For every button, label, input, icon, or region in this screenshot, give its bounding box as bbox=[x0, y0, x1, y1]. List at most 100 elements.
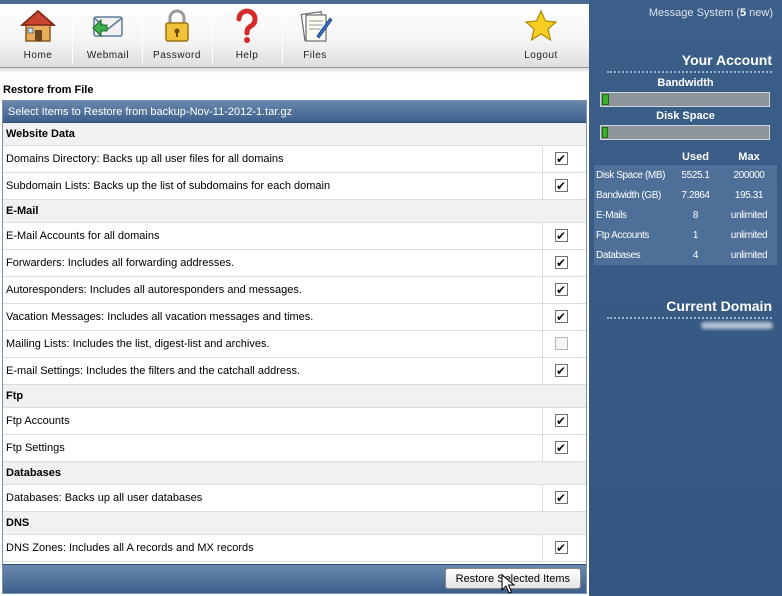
checkbox[interactable] bbox=[555, 408, 568, 434]
section-header: E-Mail bbox=[3, 200, 586, 223]
section-header: Ftp bbox=[3, 385, 586, 408]
section-header: DNS bbox=[3, 512, 586, 535]
column-header: Max bbox=[738, 151, 760, 163]
table-cell: unlimited bbox=[721, 245, 777, 265]
list-item: Ftp Settings bbox=[3, 435, 586, 462]
list-item: Vacation Messages: Includes all vacation… bbox=[3, 304, 586, 331]
table-cell: Ftp Accounts bbox=[594, 225, 670, 245]
toolbar-webmail-label: Webmail bbox=[86, 50, 130, 61]
table-cell: unlimited bbox=[721, 225, 777, 245]
disk-space-meter-fill bbox=[602, 127, 608, 138]
item-label: Subdomain Lists: Backs up the list of su… bbox=[6, 180, 331, 192]
checkbox[interactable] bbox=[555, 485, 568, 511]
toolbar-password-button[interactable]: Password bbox=[142, 4, 212, 67]
table-row: E-Mails 8 unlimited bbox=[594, 205, 777, 225]
divider bbox=[607, 317, 772, 319]
item-label: DNS Zones: Includes all A records and MX… bbox=[6, 542, 254, 554]
padlock-icon bbox=[165, 9, 189, 42]
bandwidth-meter bbox=[600, 92, 770, 107]
column-header bbox=[594, 149, 670, 165]
item-label: Domains Directory: Backs up all user fil… bbox=[6, 153, 284, 165]
toolbar-files-button[interactable]: Files bbox=[280, 4, 350, 67]
list-item: Databases: Backs up all user databases bbox=[3, 485, 586, 512]
message-prefix: Message System ( bbox=[648, 7, 740, 19]
disk-space-label: Disk Space bbox=[656, 110, 715, 122]
page-title: Restore from File bbox=[3, 84, 94, 96]
table-header-row: Used Max bbox=[594, 149, 777, 165]
message-system-link[interactable]: Message System (5 new) bbox=[649, 7, 773, 19]
checkbox[interactable] bbox=[555, 535, 568, 561]
list-item: Autoresponders: Includes all autorespond… bbox=[3, 277, 586, 304]
item-label: Vacation Messages: Includes all vacation… bbox=[6, 311, 314, 323]
question-mark-icon bbox=[236, 8, 258, 43]
table-cell: Bandwidth (GB) bbox=[594, 185, 670, 205]
disk-space-meter bbox=[600, 125, 770, 140]
panel-footer: Restore Selected Items bbox=[3, 564, 586, 593]
panel-header: Select Items to Restore from backup-Nov-… bbox=[3, 101, 586, 123]
list-item: E-mail Settings: Includes the filters an… bbox=[3, 358, 586, 385]
divider bbox=[607, 71, 772, 73]
bandwidth-label: Bandwidth bbox=[657, 77, 714, 89]
toolbar-home-button[interactable]: Home bbox=[3, 4, 73, 67]
toolbar-password-label: Password bbox=[153, 50, 201, 61]
checkbox[interactable] bbox=[555, 358, 568, 384]
table-cell: Databases bbox=[594, 245, 670, 265]
toolbar-files-label: Files bbox=[303, 50, 327, 61]
message-suffix: new) bbox=[746, 7, 773, 19]
item-label: Ftp Accounts bbox=[6, 415, 70, 427]
table-cell: 1 bbox=[670, 225, 721, 245]
table-cell: 7.2864 bbox=[670, 185, 721, 205]
checkbox[interactable] bbox=[555, 146, 568, 172]
list-item: Mailing Lists: Includes the list, digest… bbox=[3, 331, 586, 358]
toolbar-home-label: Home bbox=[23, 50, 53, 61]
checkbox[interactable] bbox=[555, 435, 568, 461]
mouse-cursor-icon bbox=[501, 574, 515, 594]
restore-panel: Select Items to Restore from backup-Nov-… bbox=[2, 100, 587, 594]
toolbar-logout-button[interactable]: Logout bbox=[506, 4, 576, 67]
webmail-icon bbox=[92, 16, 123, 38]
checkbox[interactable] bbox=[555, 223, 568, 249]
table-cell: E-Mails bbox=[594, 205, 670, 225]
top-toolbar: Home Webmail Password Help Files Logout bbox=[0, 0, 589, 73]
item-label: Ftp Settings bbox=[6, 442, 65, 454]
files-icon bbox=[300, 11, 333, 42]
toolbar-help-button[interactable]: Help bbox=[212, 4, 282, 67]
table-cell: Disk Space (MB) bbox=[594, 165, 670, 185]
item-label: Autoresponders: Includes all autorespond… bbox=[6, 284, 302, 296]
toolbar-help-label: Help bbox=[235, 50, 259, 61]
list-item: DNS Zones: Includes all A records and MX… bbox=[3, 535, 586, 562]
usage-table: Used Max Disk Space (MB) 5525.1 200000 B… bbox=[594, 149, 777, 265]
table-row: Ftp Accounts 1 unlimited bbox=[594, 225, 777, 245]
list-item: E-Mail Accounts for all domains bbox=[3, 223, 586, 250]
redacted-domain-name bbox=[701, 322, 773, 329]
column-header: Used bbox=[682, 151, 709, 163]
section-header: Databases bbox=[3, 462, 586, 485]
item-label: E-mail Settings: Includes the filters an… bbox=[6, 365, 301, 377]
table-cell: unlimited bbox=[721, 205, 777, 225]
checkbox[interactable] bbox=[555, 250, 568, 276]
checkbox[interactable] bbox=[555, 304, 568, 330]
home-icon bbox=[20, 10, 56, 42]
list-item: Ftp Accounts bbox=[3, 408, 586, 435]
table-row: Databases 4 unlimited bbox=[594, 245, 777, 265]
toolbar-logout-label: Logout bbox=[524, 50, 558, 61]
list-item: Domains Directory: Backs up all user fil… bbox=[3, 146, 586, 173]
bandwidth-meter-fill bbox=[602, 94, 609, 105]
toolbar-webmail-button[interactable]: Webmail bbox=[73, 4, 143, 67]
table-cell: 5525.1 bbox=[670, 165, 721, 185]
checkbox[interactable] bbox=[555, 173, 568, 199]
table-row: Bandwidth (GB) 7.2864 195.31 bbox=[594, 185, 777, 205]
checkbox[interactable] bbox=[555, 277, 568, 303]
checkbox[interactable] bbox=[555, 337, 568, 350]
list-item: Forwarders: Includes all forwarding addr… bbox=[3, 250, 586, 277]
item-label: Mailing Lists: Includes the list, digest… bbox=[6, 338, 270, 350]
table-cell: 200000 bbox=[721, 165, 777, 185]
table-cell: 4 bbox=[670, 245, 721, 265]
star-icon bbox=[524, 9, 558, 42]
table-cell: 8 bbox=[670, 205, 721, 225]
account-sidebar: Message System (5 new) Your Account Band… bbox=[589, 0, 782, 596]
item-label: E-Mail Accounts for all domains bbox=[6, 230, 160, 242]
item-label: Forwarders: Includes all forwarding addr… bbox=[6, 257, 235, 269]
item-label: Databases: Backs up all user databases bbox=[6, 492, 203, 504]
your-account-heading: Your Account bbox=[681, 52, 772, 68]
